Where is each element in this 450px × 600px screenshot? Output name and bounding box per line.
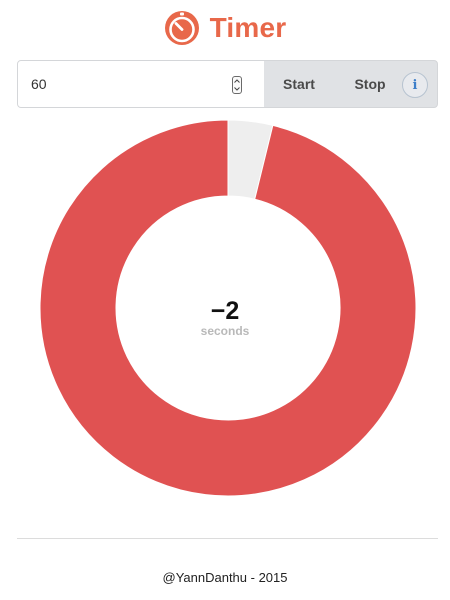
start-button[interactable]: Start bbox=[264, 61, 334, 107]
countdown-unit: seconds bbox=[200, 324, 250, 338]
app-header: Timer bbox=[0, 8, 450, 48]
footer-divider bbox=[17, 538, 438, 539]
input-padding bbox=[246, 61, 264, 107]
timer-controls: Start Stop i bbox=[17, 60, 438, 108]
stopwatch-icon bbox=[164, 11, 199, 45]
countdown-display: −2 seconds bbox=[0, 296, 450, 338]
countdown-value: −2 bbox=[210, 297, 240, 325]
info-icon[interactable]: i bbox=[402, 72, 428, 98]
seconds-input[interactable] bbox=[18, 61, 246, 107]
footer-credit: @YannDanthu - 2015 bbox=[162, 570, 288, 585]
timer-page: Timer Start Stop i −2 seconds @YannDanth… bbox=[0, 0, 450, 600]
stepper-up-icon[interactable] bbox=[233, 77, 241, 85]
stop-button[interactable]: Stop bbox=[334, 61, 406, 107]
app-title: Timer bbox=[209, 12, 287, 43]
stepper-down-icon[interactable] bbox=[233, 85, 241, 93]
seconds-stepper[interactable] bbox=[232, 76, 242, 94]
